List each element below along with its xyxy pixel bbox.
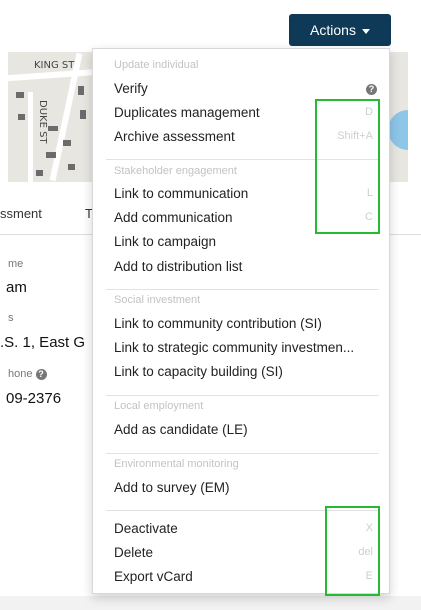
map-road	[28, 92, 33, 182]
menu-item-link-strategic-investment[interactable]: Link to strategic community investmen...	[114, 340, 379, 360]
menu-item-label: Archive assessment	[114, 129, 235, 144]
menu-item-label: Add as candidate (LE)	[114, 422, 248, 437]
map-building	[68, 164, 75, 170]
menu-item-label: Export vCard	[114, 569, 193, 584]
highlight-box	[315, 99, 380, 234]
section-local-employment: Local employment	[114, 400, 204, 412]
menu-item-label: Link to campaign	[114, 234, 217, 249]
menu-item-link-capacity-building[interactable]: Link to capacity building (SI)	[114, 364, 379, 384]
menu-divider	[106, 395, 379, 396]
map-building	[78, 86, 84, 95]
section-stakeholder-engagement: Stakeholder engagement	[114, 165, 237, 177]
map-building	[46, 152, 56, 158]
menu-item-label: Link to communication	[114, 186, 249, 201]
menu-item-label: Link to capacity building (SI)	[114, 364, 283, 379]
section-update-individual: Update individual	[114, 59, 199, 71]
menu-item-link-community-contribution[interactable]: Link to community contribution (SI)	[114, 316, 379, 336]
menu-item-add-to-survey[interactable]: Add to survey (EM)	[114, 480, 379, 500]
menu-item-label: Verify	[114, 81, 148, 96]
caret-down-icon	[361, 28, 370, 34]
map-building	[16, 92, 24, 98]
map-building	[36, 170, 43, 176]
map-street-king: KING ST	[34, 60, 75, 71]
field-address-value: .S. 1, East G	[0, 334, 86, 351]
map-building	[48, 126, 58, 131]
menu-item-link-to-campaign[interactable]: Link to campaign	[114, 234, 379, 254]
menu-item-label: Link to community contribution (SI)	[114, 316, 322, 331]
page-bottom	[0, 596, 421, 610]
field-name-label: me	[8, 258, 24, 270]
menu-item-label: Add to survey (EM)	[114, 480, 230, 495]
menu-item-add-as-candidate[interactable]: Add as candidate (LE)	[114, 422, 379, 442]
menu-item-label: Deactivate	[114, 521, 178, 536]
actions-button[interactable]: Actions	[289, 14, 391, 46]
menu-item-label: Add communication	[114, 210, 233, 225]
section-environmental-monitoring: Environmental monitoring	[114, 458, 239, 470]
field-address-label: s	[8, 312, 14, 324]
menu-item-label: Link to strategic community investmen...	[114, 340, 355, 355]
section-social-investment: Social investment	[114, 294, 201, 306]
tab-assessment[interactable]: ssment	[0, 206, 42, 221]
field-name-value: am	[6, 279, 27, 296]
field-phone-label-text: hone	[8, 368, 33, 380]
map-marker	[388, 110, 408, 150]
map-building	[63, 140, 71, 146]
menu-item-add-to-distribution-list[interactable]: Add to distribution list	[114, 259, 379, 279]
field-phone-label: hone ?	[8, 368, 47, 380]
menu-item-label: Duplicates management	[114, 105, 260, 120]
actions-label: Actions	[310, 22, 356, 38]
top-bar: Actions	[0, 0, 421, 52]
map-street-duke: DUKE ST	[37, 100, 48, 144]
menu-divider	[106, 453, 379, 454]
menu-item-label: Delete	[114, 545, 154, 560]
menu-item-label: Add to distribution list	[114, 259, 243, 274]
menu-item-verify[interactable]: Verify ?	[114, 81, 379, 101]
menu-divider	[106, 289, 379, 290]
help-icon[interactable]: ?	[35, 368, 47, 380]
map-building	[18, 114, 25, 120]
help-icon: ?	[366, 84, 377, 95]
field-phone-value: 09-2376	[6, 390, 62, 407]
map-building	[80, 110, 86, 119]
highlight-box	[325, 506, 380, 596]
